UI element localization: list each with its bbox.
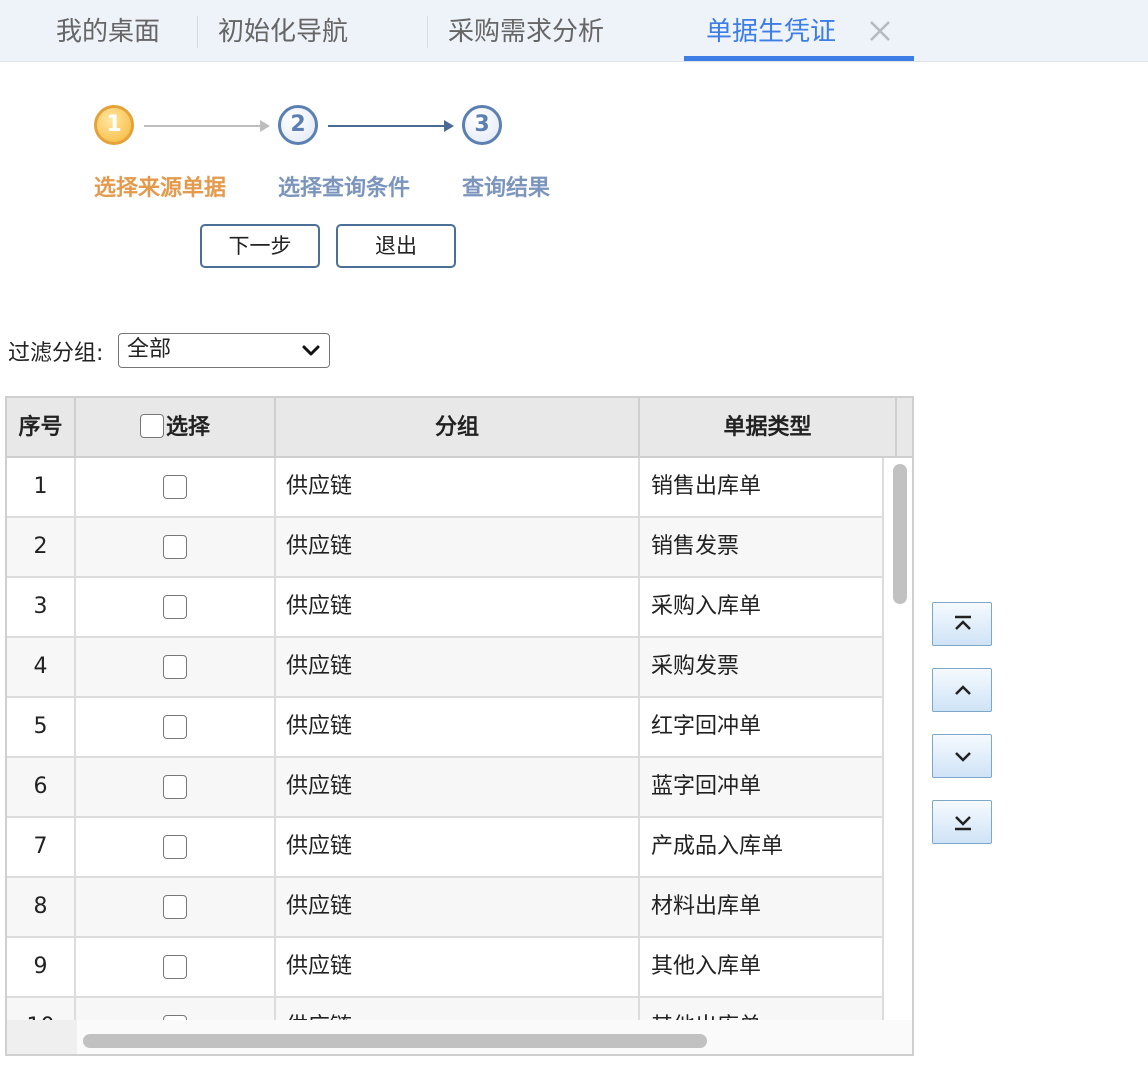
- row-checkbox[interactable]: [163, 475, 187, 499]
- move-up-button[interactable]: [932, 668, 992, 712]
- exit-button[interactable]: 退出: [336, 224, 456, 268]
- cell-doc-type: 销售发票: [640, 518, 884, 576]
- cell-index: 5: [7, 698, 76, 756]
- scrollbar-corner: [7, 1020, 77, 1054]
- step-1-circle: 1: [94, 105, 134, 145]
- row-checkbox[interactable]: [163, 835, 187, 859]
- cell-doc-type: 蓝字回冲单: [640, 758, 884, 816]
- cell-select: [76, 458, 276, 516]
- move-down-button[interactable]: [932, 734, 992, 778]
- row-checkbox[interactable]: [163, 715, 187, 739]
- cell-select: [76, 578, 276, 636]
- horizontal-scrollbar[interactable]: [83, 1034, 707, 1048]
- arrow-right-icon: [144, 120, 270, 132]
- cell-index: 3: [7, 578, 76, 636]
- cell-group: 供应链: [276, 818, 640, 876]
- move-to-bottom-button[interactable]: [932, 800, 992, 844]
- column-header-group: 分组: [276, 398, 640, 456]
- column-header-select: 选择: [76, 398, 276, 456]
- tab-separator: [197, 16, 198, 48]
- row-checkbox[interactable]: [163, 955, 187, 979]
- filter-group-value: 全部: [127, 337, 172, 362]
- cell-doc-type: 采购入库单: [640, 578, 884, 636]
- filter-group-label: 过滤分组:: [8, 341, 104, 366]
- table-row[interactable]: 3 供应链 采购入库单: [7, 578, 884, 638]
- cell-doc-type: 采购发票: [640, 638, 884, 696]
- cell-select: [76, 878, 276, 936]
- cell-index: 4: [7, 638, 76, 696]
- table-row[interactable]: 4 供应链 采购发票: [7, 638, 884, 698]
- arrow-right-icon: [328, 120, 454, 132]
- cell-group: 供应链: [276, 458, 640, 516]
- step-3-label: 查询结果: [462, 176, 551, 201]
- cell-index: 9: [7, 938, 76, 996]
- cell-doc-type: 其他入库单: [640, 938, 884, 996]
- column-header-index: 序号: [7, 398, 76, 456]
- cell-group: 供应链: [276, 698, 640, 756]
- tab-my-desktop[interactable]: 我的桌面: [56, 0, 160, 62]
- next-step-button[interactable]: 下一步: [200, 224, 320, 268]
- tab-init-navigation[interactable]: 初始化导航: [218, 0, 348, 62]
- table-row[interactable]: 5 供应链 红字回冲单: [7, 698, 884, 758]
- table-row[interactable]: 8 供应链 材料出库单: [7, 878, 884, 938]
- tab-purchase-demand-analysis[interactable]: 采购需求分析: [448, 0, 604, 62]
- select-all-checkbox[interactable]: [139, 414, 164, 438]
- chevron-down-icon: [302, 345, 320, 356]
- step-2-label: 选择查询条件: [278, 176, 411, 201]
- cell-select: [76, 758, 276, 816]
- tab-bar: 我的桌面 初始化导航 采购需求分析 单据生凭证: [0, 0, 1148, 62]
- cell-doc-type: 红字回冲单: [640, 698, 884, 756]
- cell-select: [76, 698, 276, 756]
- cell-group: 供应链: [276, 578, 640, 636]
- table-row[interactable]: 1 供应链 销售出库单: [7, 458, 884, 518]
- step-2-circle: 2: [278, 105, 318, 145]
- cell-select: [76, 638, 276, 696]
- table-row[interactable]: 7 供应链 产成品入库单: [7, 818, 884, 878]
- row-checkbox[interactable]: [163, 535, 187, 559]
- row-checkbox[interactable]: [163, 595, 187, 619]
- cell-index: 1: [7, 458, 76, 516]
- vertical-scrollbar[interactable]: [893, 464, 907, 604]
- cell-group: 供应链: [276, 638, 640, 696]
- cell-group: 供应链: [276, 938, 640, 996]
- move-to-top-button[interactable]: [932, 602, 992, 646]
- cell-select: [76, 518, 276, 576]
- cell-index: 6: [7, 758, 76, 816]
- table-row[interactable]: 9 供应链 其他入库单: [7, 938, 884, 998]
- move-top-icon: [955, 615, 971, 630]
- table-row[interactable]: 2 供应链 销售发票: [7, 518, 884, 578]
- cell-index: 2: [7, 518, 76, 576]
- move-bottom-icon: [955, 816, 971, 831]
- row-checkbox[interactable]: [163, 895, 187, 919]
- row-checkbox[interactable]: [163, 775, 187, 799]
- filter-group-select[interactable]: 全部: [118, 333, 330, 368]
- cell-group: 供应链: [276, 518, 640, 576]
- cell-select: [76, 938, 276, 996]
- table-row[interactable]: 6 供应链 蓝字回冲单: [7, 758, 884, 818]
- step-1-label: 选择来源单据: [94, 176, 227, 201]
- step-3-circle: 3: [462, 105, 502, 145]
- column-header-select-label: 选择: [165, 415, 210, 440]
- tab-voucher-generation[interactable]: 单据生凭证: [706, 0, 836, 62]
- cell-index: 7: [7, 818, 76, 876]
- cell-doc-type: 材料出库单: [640, 878, 884, 936]
- grid-header: 序号 选择 分组 单据类型: [7, 398, 912, 458]
- close-icon[interactable]: [866, 14, 894, 46]
- row-checkbox[interactable]: [163, 655, 187, 679]
- cell-doc-type: 销售出库单: [640, 458, 884, 516]
- cell-select: [76, 818, 276, 876]
- cell-group: 供应链: [276, 758, 640, 816]
- cell-group: 供应链: [276, 878, 640, 936]
- active-tab-indicator: [684, 56, 914, 61]
- cell-doc-type: 产成品入库单: [640, 818, 884, 876]
- document-type-grid: 序号 选择 分组 单据类型 1 供应链 销售出库单 2 供应链 销售发票 3 供应链 采购入库单…: [5, 396, 914, 1056]
- cell-index: 8: [7, 878, 76, 936]
- tab-separator: [427, 16, 428, 48]
- column-header-doc-type: 单据类型: [640, 398, 897, 456]
- chevron-down-icon: [955, 752, 971, 762]
- chevron-up-icon: [955, 685, 971, 695]
